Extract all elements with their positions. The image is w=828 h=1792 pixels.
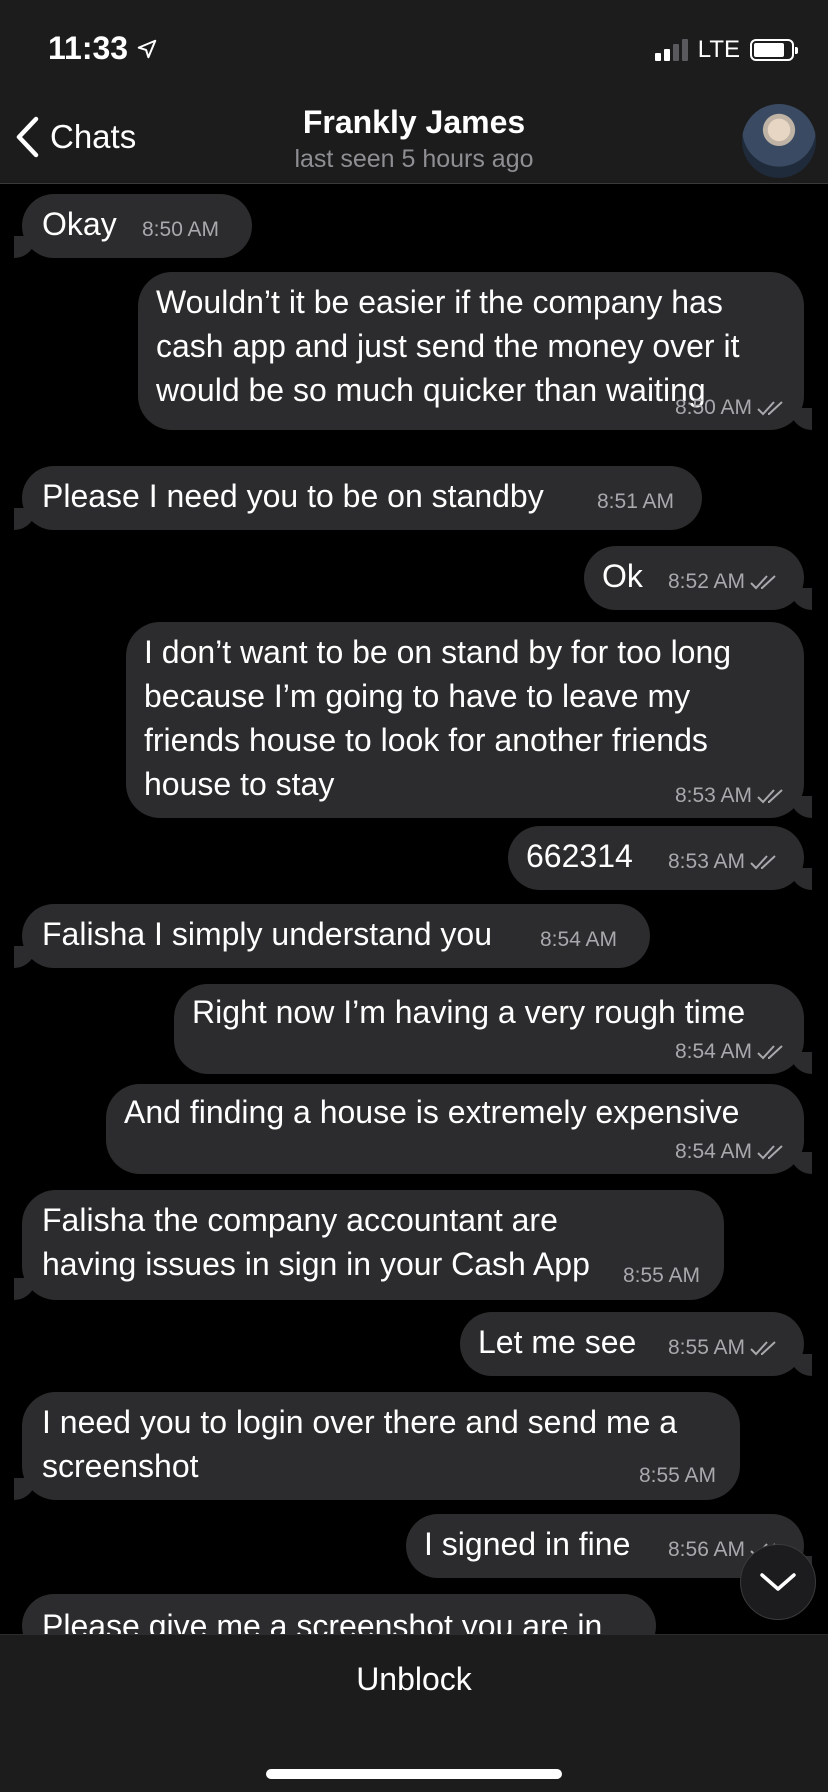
message-text: Okay xyxy=(42,206,117,242)
location-arrow-icon xyxy=(137,39,157,58)
chat-header: Chats Frankly James last seen 5 hours ag… xyxy=(0,100,828,184)
double-check-icon xyxy=(750,575,776,590)
chevron-down-icon xyxy=(760,1573,796,1591)
status-bar: 11:33 LTE xyxy=(0,0,828,100)
message-text: Ok xyxy=(602,558,643,594)
message-time: 8:50 AM xyxy=(142,218,220,241)
message-bubble-incoming[interactable]: Please I need you to be on standby 8:51 … xyxy=(14,466,702,530)
message-time: 8:53 AM xyxy=(668,850,779,874)
signal-icon xyxy=(654,39,688,61)
message-bubble-outgoing[interactable]: I don’t want to be on stand by for too l… xyxy=(126,622,812,818)
message-text: Falisha I simply understand you xyxy=(42,916,492,952)
message-bubble-incoming[interactable]: I need you to login over there and send … xyxy=(14,1392,740,1500)
contact-info[interactable]: Frankly James last seen 5 hours ago xyxy=(0,104,828,174)
home-indicator[interactable] xyxy=(266,1769,562,1779)
last-seen-status: last seen 5 hours ago xyxy=(294,145,534,173)
message-bubble-incoming[interactable]: Falisha I simply understand you 8:54 AM xyxy=(14,904,650,968)
message-text: Please I need you to be on standby xyxy=(42,478,544,514)
message-bubble-outgoing[interactable]: 662314 8:53 AM xyxy=(508,826,812,890)
message-time: 8:55 AM xyxy=(668,1336,779,1360)
message-text: Right now I’m having a very rough time xyxy=(192,994,746,1030)
contact-name: Frankly James xyxy=(302,104,526,140)
message-bubble-outgoing[interactable]: Let me see 8:55 AM xyxy=(460,1312,812,1376)
clock-text: 11:33 xyxy=(48,30,129,66)
double-check-icon xyxy=(757,789,783,804)
double-check-icon xyxy=(757,1045,783,1060)
message-text: I don’t want to be on stand by for too l… xyxy=(144,634,732,802)
double-check-icon xyxy=(750,855,776,870)
message-text: I signed in fine xyxy=(424,1526,631,1562)
message-bubble-outgoing[interactable]: And finding a house is extremely expensi… xyxy=(106,1084,812,1174)
message-bubble-incoming[interactable]: Okay 8:50 AM xyxy=(14,194,252,258)
message-time: 8:55 AM xyxy=(622,1264,700,1287)
message-bubble-outgoing[interactable]: Right now I’m having a very rough time 8… xyxy=(174,984,812,1074)
message-time: 8:50 AM xyxy=(675,396,786,420)
message-bubble-outgoing[interactable]: Wouldn’t it be easier if the company has… xyxy=(138,272,812,430)
message-text: 662314 xyxy=(526,838,633,874)
message-time: 8:54 AM xyxy=(675,1040,786,1064)
message-time: 8:53 AM xyxy=(675,784,786,808)
message-bubble-incoming[interactable]: Please give me a screenshot you are in xyxy=(22,1594,656,1634)
message-bubble-incoming[interactable]: Falisha the company accountant are havin… xyxy=(14,1190,724,1300)
message-bubble-outgoing[interactable]: Ok 8:52 AM xyxy=(584,546,812,610)
message-time: 8:54 AM xyxy=(540,928,618,951)
avatar[interactable] xyxy=(742,104,816,178)
message-time: 8:52 AM xyxy=(668,570,779,594)
scroll-to-bottom-button[interactable] xyxy=(740,1544,816,1620)
message-time: 8:54 AM xyxy=(675,1140,786,1164)
unblock-button[interactable]: Unblock xyxy=(0,1661,828,1698)
message-text: And finding a house is extremely expensi… xyxy=(124,1094,740,1130)
message-text: Let me see xyxy=(478,1324,637,1360)
network-label: LTE xyxy=(697,36,740,63)
message-text: Please give me a screenshot you are in xyxy=(42,1608,603,1634)
message-time: 8:51 AM xyxy=(597,490,675,513)
message-list[interactable]: Okay 8:50 AM Wouldn’t it be easier if th… xyxy=(0,184,828,1634)
double-check-icon xyxy=(757,1145,783,1160)
message-text: Wouldn’t it be easier if the company has… xyxy=(156,284,740,408)
message-text: I need you to login over there and send … xyxy=(42,1404,678,1484)
status-indicators: LTE xyxy=(654,36,798,64)
message-time: 8:55 AM xyxy=(638,1464,716,1487)
message-text: Falisha the company accountant are havin… xyxy=(42,1202,590,1282)
bottom-bar: Unblock xyxy=(0,1634,828,1792)
double-check-icon xyxy=(757,401,783,416)
battery-icon xyxy=(750,39,798,61)
double-check-icon xyxy=(750,1341,776,1356)
status-time: 11:33 xyxy=(48,30,158,67)
